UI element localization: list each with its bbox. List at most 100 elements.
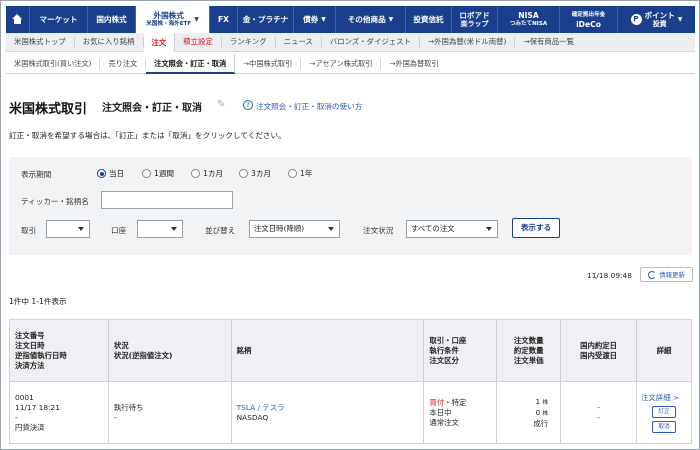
nav-fx[interactable]: FX — [210, 6, 238, 33]
account-label: 口座 — [111, 226, 127, 235]
nav-point-investment[interactable]: P ポイント 投資 ▼ — [618, 6, 695, 33]
nav-label: マーケット — [39, 15, 78, 24]
refresh-button[interactable]: 情報更新 — [640, 267, 693, 282]
radio-period-today[interactable]: 当日 — [97, 168, 124, 179]
tab-fx-trade[interactable]: →外国為替取引 — [381, 59, 446, 69]
subnav-ranking[interactable]: ランキング — [222, 37, 276, 47]
nav-label: 金・プラチナ — [242, 15, 289, 24]
sort-label: 並び替え — [205, 226, 236, 235]
subnav-order[interactable]: 注文 — [143, 32, 176, 52]
radio-period-1year[interactable]: 1年 — [288, 168, 312, 179]
tab-order-inquiry[interactable]: 注文照会・訂正・取消 — [146, 53, 236, 74]
ticker-link[interactable]: TSLA / テスラ — [237, 403, 424, 413]
header-line: 取引・口座 — [429, 335, 467, 345]
tab-china-stock[interactable]: →中国株式取引 — [235, 58, 302, 69]
filled-unit: 株 — [542, 410, 549, 417]
header-line: 約定数量 — [513, 345, 544, 355]
header-line: 決済方法 — [15, 360, 45, 370]
nav-robo-advisor[interactable]: ロボアド 楽ラップ — [452, 6, 498, 33]
tab-sell-order[interactable]: 売り注文 — [100, 58, 147, 69]
header-line: 銘柄 — [236, 345, 252, 355]
header-line: 状況(逆指値注文) — [113, 350, 173, 360]
refresh-icon — [648, 270, 657, 279]
subnav-savings-setting[interactable]: 積立設定 — [175, 37, 222, 47]
paperclip-icon[interactable]: ✎ — [217, 99, 225, 110]
page-title: 米国株式取引 — [9, 102, 88, 117]
nav-sublabel: iDeCo — [576, 19, 601, 29]
help-link[interactable]: 注文照会・訂正・取消の使い方 — [256, 101, 362, 112]
nav-nisa[interactable]: NISA つみたてNISA — [498, 6, 560, 33]
modify-button[interactable]: 訂正 — [652, 405, 676, 418]
show-button[interactable]: 表示する — [512, 218, 560, 238]
header-detail: 詳細 — [636, 319, 692, 382]
account-type: ・特定 — [444, 397, 467, 407]
radio-period-1week[interactable]: 1週間 — [142, 168, 174, 179]
cell-ticker: TSLA / テスラ NASDAQ — [230, 381, 425, 444]
radio-period-1month[interactable]: 1カ月 — [191, 168, 223, 179]
refresh-label: 情報更新 — [659, 271, 685, 279]
radio-label: 当日 — [109, 169, 125, 178]
main-nav: マーケット 国内株式 外国株式 米国株・海外ETF ▼ FX 金・プラチナ 債券… — [6, 6, 695, 33]
cell-domestic-dates: - - — [560, 381, 638, 444]
account-select[interactable] — [137, 220, 183, 238]
home-button[interactable] — [6, 6, 30, 33]
radio-period-3months[interactable]: 3カ月 — [239, 168, 271, 179]
page-subtitle: 注文照会・訂正・取消 — [102, 103, 202, 114]
chevron-down-icon — [171, 227, 177, 231]
status-select[interactable]: すべての注文 — [406, 220, 498, 238]
radio-dot — [288, 169, 297, 178]
ticker-label: ティッカー・銘柄名 — [21, 197, 89, 206]
nav-gold-platinum[interactable]: 金・プラチナ — [238, 6, 294, 33]
chevron-down-icon: ▼ — [321, 16, 326, 23]
header-line: 国内約定日 — [580, 340, 618, 350]
nav-label: NISA — [518, 10, 539, 20]
header-status: 状況 状況(逆指値注文) — [107, 319, 232, 382]
radio-dot — [191, 169, 200, 178]
nav-label: 国内株式 — [96, 15, 127, 24]
header-line: 執行条件 — [429, 345, 459, 355]
header-order-no: 注文番号 注文日時 逆指値執行日時 決済方法 — [9, 319, 109, 382]
cell-quantity: 1 株 0 株 成行 — [496, 381, 562, 444]
trade-select[interactable] — [46, 220, 90, 238]
domestic-settle-date: - — [597, 412, 600, 422]
order-quantity: 1 — [535, 396, 541, 406]
radio-label: 1週間 — [154, 169, 175, 178]
help-icon[interactable]: ? — [243, 100, 253, 110]
nav-bonds[interactable]: 債券 ▼ — [294, 6, 336, 33]
chevron-down-icon — [78, 227, 84, 231]
cell-order-no: 0001 11/17 18:21 - 円貨決済 — [9, 381, 109, 444]
nav-ideco[interactable]: 確定拠出年金 iDeCo — [560, 6, 618, 33]
subnav-favorites[interactable]: お気に入り銘柄 — [75, 37, 144, 47]
subnav-news[interactable]: ニュース — [276, 37, 322, 47]
order-detail-link[interactable]: 注文詳細 > — [637, 393, 691, 403]
ticker-input[interactable] — [101, 191, 233, 209]
header-line: 注文単価 — [513, 355, 544, 365]
cancel-button[interactable]: 取消 — [652, 420, 676, 433]
tab-asean-stock[interactable]: →アセアン株式取引 — [301, 58, 382, 69]
nav-sublabel: 楽ラップ — [460, 19, 489, 28]
nav-sublabel: 米国株・海外ETF — [146, 20, 192, 27]
nav-investment-trust[interactable]: 投資信託 — [406, 6, 452, 33]
update-timestamp: 11/18 09:48 — [587, 271, 632, 280]
header-trade: 取引・口座 執行条件 注文区分 — [423, 319, 498, 382]
subnav-barrons-digest[interactable]: バロンズ・ダイジェスト — [322, 37, 420, 47]
subnav-us-stock-top[interactable]: 米国株式トップ — [6, 37, 75, 47]
subnav-fx-exchange[interactable]: →外国為替(米ドル両替) — [420, 37, 516, 47]
tab-buy-order[interactable]: 米国株式取引(買い注文) — [6, 58, 101, 69]
table-header-row: 注文番号 注文日時 逆指値執行日時 決済方法 状況 状況(逆指値注文) 銘柄 取… — [9, 319, 692, 382]
trade-label: 取引 — [21, 226, 37, 235]
point-icon: P — [630, 14, 642, 25]
nav-market[interactable]: マーケット — [30, 6, 88, 33]
period-label: 表示期間 — [21, 170, 52, 179]
select-value: 注文日時(降順) — [254, 224, 305, 233]
sort-select[interactable]: 注文日時(降順) — [249, 220, 340, 238]
nav-other-products[interactable]: その他商品 ▼ — [336, 6, 406, 33]
header-line: 注文区分 — [429, 355, 459, 365]
market-name: NASDAQ — [236, 412, 269, 422]
nav-foreign-stock[interactable]: 外国株式 米国株・海外ETF ▼ — [136, 6, 210, 33]
header-quantity: 注文数量 約定数量 注文単価 — [496, 319, 562, 382]
filled-quantity: 0 — [535, 407, 541, 417]
nav-domestic-stock[interactable]: 国内株式 — [88, 6, 136, 33]
nav-label: FX — [217, 15, 230, 24]
subnav-holdings[interactable]: →保有商品一覧 — [515, 37, 582, 47]
